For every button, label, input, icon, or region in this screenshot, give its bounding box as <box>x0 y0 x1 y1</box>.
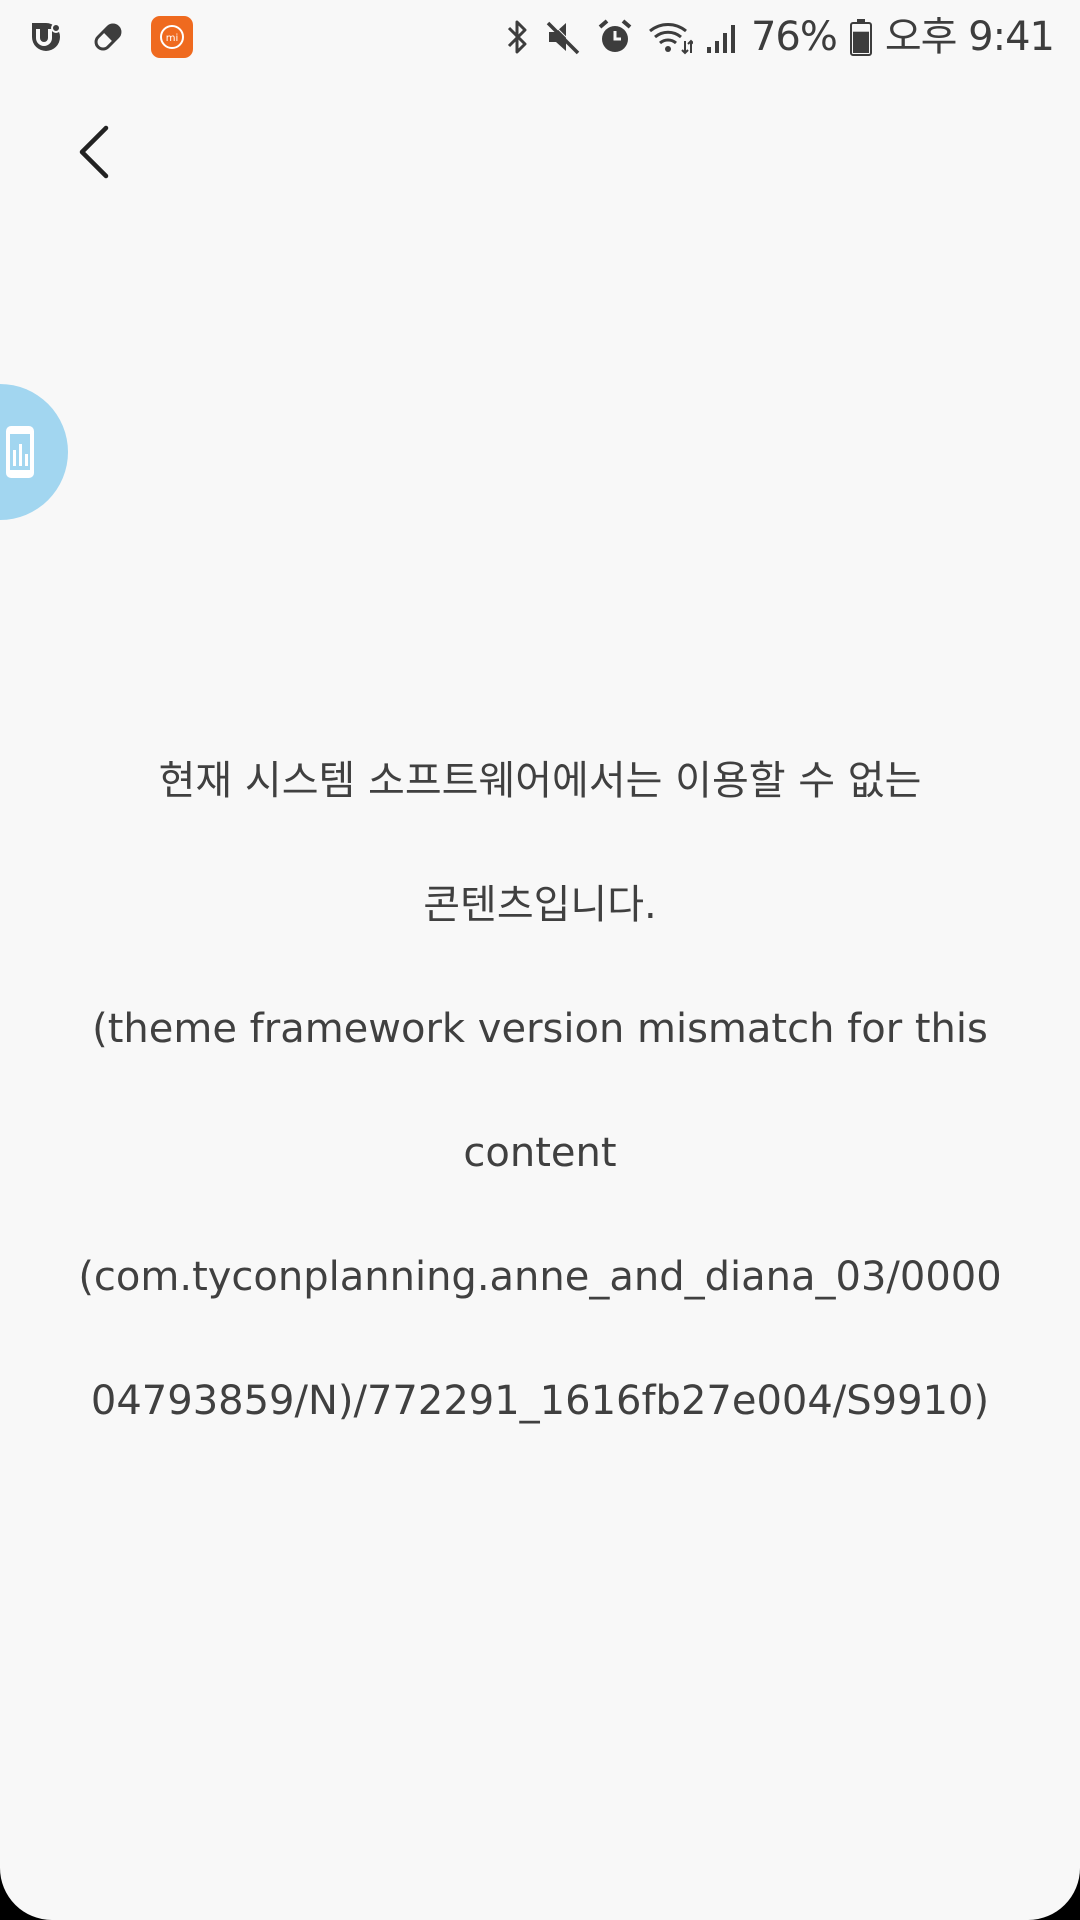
message-korean-line-1: 현재 시스템 소프트웨어에서는 이용할 수 없는 <box>158 758 922 804</box>
error-message: 현재 시스템 소프트웨어에서는 이용할 수 없는 콘텐츠입니다. (theme … <box>60 688 1020 1494</box>
message-english-line-2: content <box>463 1130 617 1176</box>
app-bar <box>0 74 1080 234</box>
message-detail-line-2: 04793859/N)/772291_1616fb27e004/S9910) <box>90 1378 990 1424</box>
status-time: 오후 9:41 <box>884 14 1055 60</box>
mute-icon <box>543 17 583 57</box>
status-bar-left: mi <box>26 14 194 60</box>
signal-icon <box>705 17 739 57</box>
message-korean-line-2: 콘텐츠입니다. <box>423 882 657 928</box>
chevron-left-icon <box>79 125 109 179</box>
mi-fit-icon: mi <box>150 15 194 59</box>
bluetooth-icon <box>503 17 531 57</box>
back-button[interactable] <box>56 114 132 190</box>
message-english-line-1: (theme framework version mismatch for th… <box>92 1006 988 1052</box>
status-bar: mi 76% 오후 9:41 <box>0 0 1080 74</box>
status-bar-right: 76% 오후 9:41 <box>503 10 1055 64</box>
alarm-icon <box>595 17 635 57</box>
wifi-icon <box>647 17 693 57</box>
screen: mi 76% 오후 9:41 현재 시스템 소프트웨어에서는 이용할 수 없는 … <box>0 0 1080 1920</box>
u-plus-icon <box>26 17 66 57</box>
battery-icon <box>849 17 873 57</box>
floating-side-button[interactable] <box>0 384 68 520</box>
battery-percent: 76% <box>750 14 838 60</box>
pill-icon <box>88 17 128 57</box>
svg-text:mi: mi <box>166 33 179 44</box>
tablet-chart-icon <box>6 426 34 478</box>
message-detail-line-1: (com.tyconplanning.anne_and_diana_03/000… <box>78 1254 1002 1300</box>
